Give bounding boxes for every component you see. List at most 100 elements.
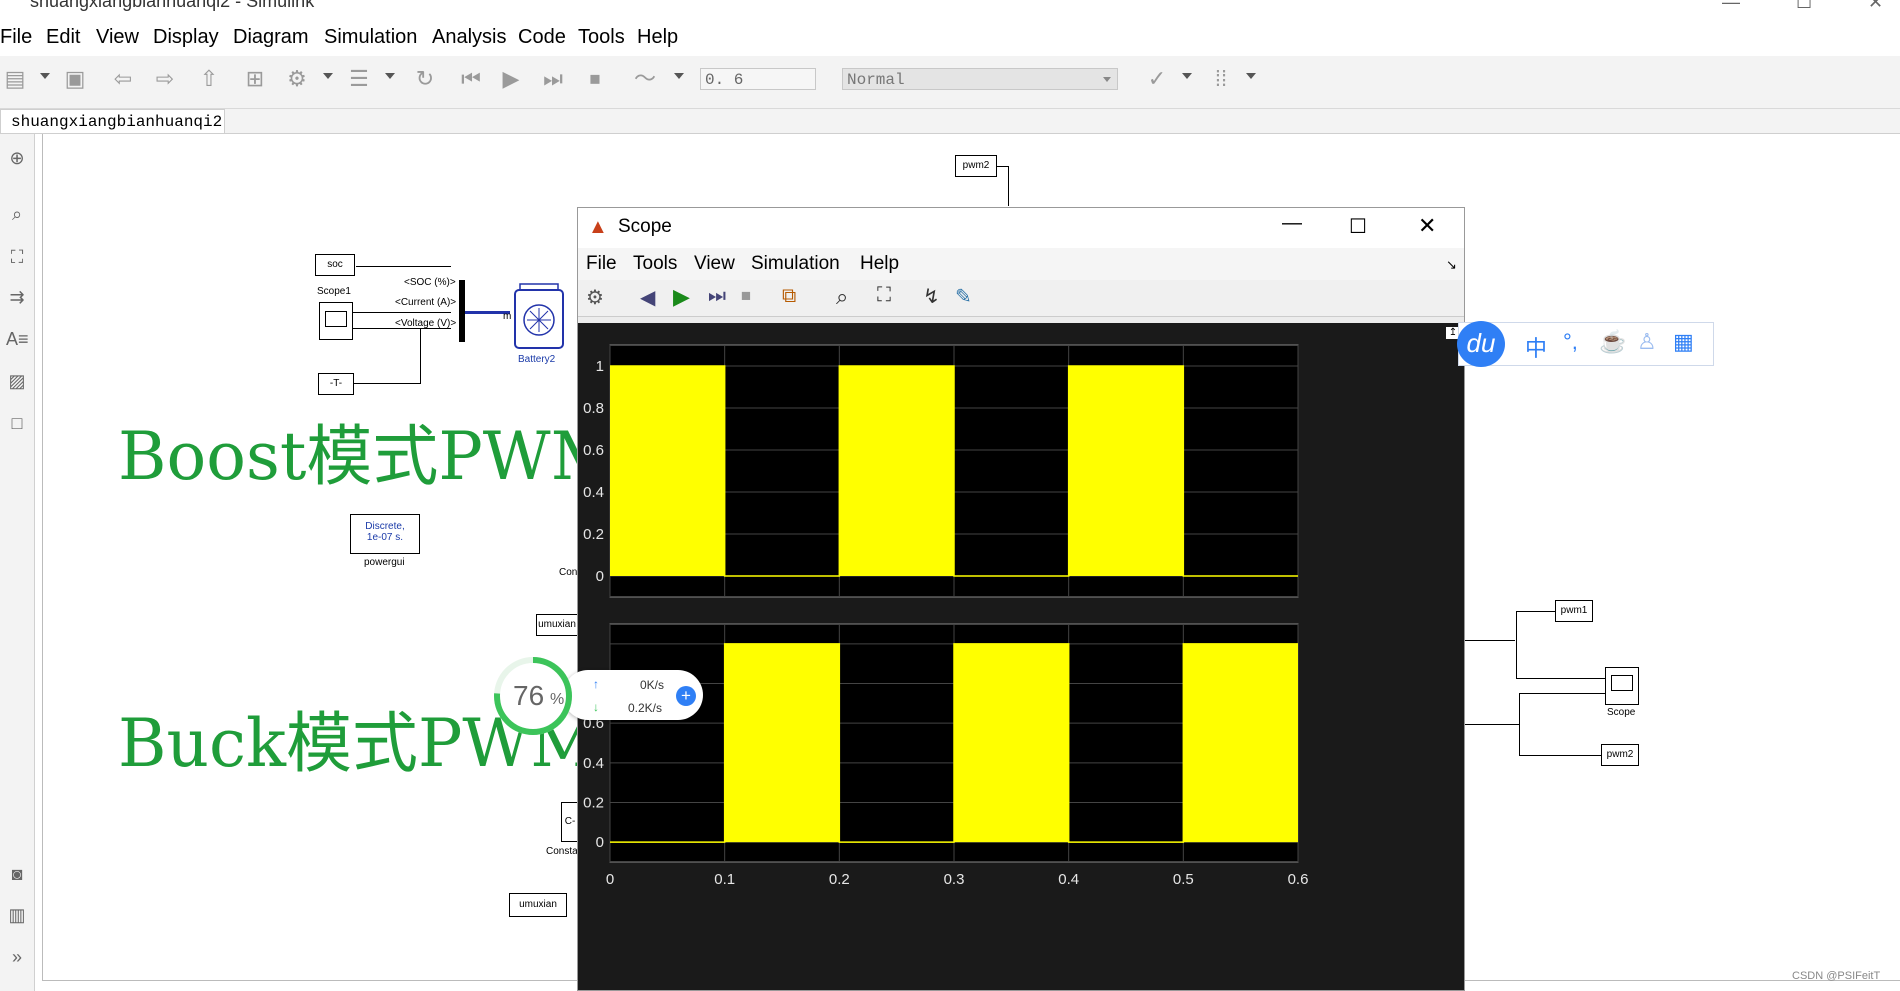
chevron-down-icon[interactable] xyxy=(1246,73,1256,79)
tab-model[interactable]: shuangxiangbianhuanqi2 xyxy=(0,109,225,133)
up-icon[interactable]: ⇧ xyxy=(196,66,222,92)
model-browser-icon[interactable]: ▥ xyxy=(6,904,28,926)
user-icon[interactable]: ♙ xyxy=(1637,329,1657,355)
battery-m-port: m xyxy=(503,311,512,322)
gear-icon[interactable]: ⚙ xyxy=(586,285,604,310)
menu-simulation[interactable]: Simulation xyxy=(324,26,417,49)
menu-help[interactable]: Help xyxy=(637,26,678,49)
scope1-block[interactable] xyxy=(319,302,353,340)
zoom-icon[interactable]: ⌕ xyxy=(6,203,28,225)
chevron-down-icon[interactable] xyxy=(40,73,50,79)
wire xyxy=(354,383,421,384)
annotation-icon[interactable]: A≡ xyxy=(6,328,29,350)
step-forward-icon[interactable]: ⏭ xyxy=(540,66,566,92)
from-soc[interactable]: soc xyxy=(315,254,355,276)
scope1-label: Scope1 xyxy=(317,286,351,297)
goto-pwm2-top[interactable]: pwm2 xyxy=(955,155,997,177)
dock-icon[interactable]: ↘ xyxy=(1446,257,1457,273)
arrows-icon[interactable]: ⇉ xyxy=(6,286,28,308)
scope-menu-view[interactable]: View xyxy=(694,253,735,275)
grid-menu-icon[interactable]: ▦ xyxy=(1673,329,1694,355)
chevron-down-icon[interactable] xyxy=(385,73,395,79)
autoscale-icon[interactable]: ⛶ xyxy=(877,284,891,307)
run-icon[interactable]: ▶ xyxy=(673,284,690,310)
area-icon[interactable]: □ xyxy=(6,412,28,434)
baidu-logo[interactable]: du xyxy=(1457,321,1505,367)
close-icon[interactable]: ✕ xyxy=(1868,0,1883,13)
battery-label: Battery2 xyxy=(518,354,556,365)
highlight-block-icon[interactable]: ⧉ xyxy=(782,285,796,308)
from-umuxian-1[interactable]: umuxian xyxy=(536,614,578,636)
scope-menu-file[interactable]: File xyxy=(586,253,617,275)
menu-diagram[interactable]: Diagram xyxy=(233,26,309,49)
data-inspector-icon[interactable]: 〜 xyxy=(632,66,658,92)
chevron-down-icon[interactable] xyxy=(674,73,684,79)
step-forward-icon[interactable]: ⏭ xyxy=(708,285,726,308)
goto-pwm2[interactable]: pwm2 xyxy=(1601,744,1639,766)
menu-view[interactable]: View xyxy=(96,26,139,49)
stop-time-input[interactable]: 0. 6 xyxy=(700,68,816,90)
menu-display[interactable]: Display xyxy=(153,26,219,49)
chevron-down-icon[interactable] xyxy=(1182,73,1192,79)
scope-menu-help[interactable]: Help xyxy=(860,253,899,275)
minimize-icon[interactable]: — xyxy=(1282,212,1302,235)
ime-chinese-mode[interactable]: 中 xyxy=(1525,331,1547,363)
step-back-icon[interactable]: ◀ xyxy=(640,285,655,310)
powergui-block[interactable]: Discrete, 1e-07 s. xyxy=(350,514,420,554)
menu-edit[interactable]: Edit xyxy=(46,26,80,49)
forward-icon[interactable]: ⇨ xyxy=(152,66,178,92)
from-umuxian-2[interactable]: umuxian xyxy=(509,893,567,917)
image-icon[interactable]: ▨ xyxy=(6,370,28,392)
edit-style-icon[interactable]: ✎ xyxy=(955,284,972,309)
hide-explorer-icon[interactable]: ⊕ xyxy=(6,147,28,169)
title-bar: shuangxiangbianhuanqi2 - Simulink — ☐ ✕ xyxy=(0,0,1900,14)
back-icon[interactable]: ⇦ xyxy=(110,66,136,92)
plus-icon[interactable]: + xyxy=(676,686,696,706)
library-browser-icon[interactable]: ⊞ xyxy=(242,66,268,92)
scope-menu-tools[interactable]: Tools xyxy=(633,253,677,275)
camera-icon[interactable]: ◙ xyxy=(6,863,28,885)
menu-analysis[interactable]: Analysis xyxy=(432,26,506,49)
x-tick-label: 0.4 xyxy=(1058,871,1079,888)
menu-code[interactable]: Code xyxy=(518,26,566,49)
update-icon[interactable]: ↻ xyxy=(412,66,438,92)
zoom-icon[interactable]: ⌕ xyxy=(836,284,848,310)
stop-icon[interactable]: ⏹ xyxy=(741,285,751,308)
network-monitor[interactable]: 76 % ↑ ↓ 0K/s 0.2K/s + xyxy=(493,656,713,735)
fit-view-icon[interactable]: ⛶ xyxy=(6,246,28,268)
y-tick-label: 0.8 xyxy=(583,400,604,417)
chevron-down-icon xyxy=(1103,77,1111,82)
maximize-icon[interactable]: ☐ xyxy=(1796,0,1812,13)
y-tick-label: 0.4 xyxy=(583,755,604,772)
battery-block[interactable] xyxy=(513,282,565,350)
goto-pwm1[interactable]: pwm1 xyxy=(1555,600,1593,622)
wire xyxy=(1516,678,1605,679)
new-model-icon[interactable]: ▤ xyxy=(2,66,28,92)
stop-icon[interactable]: ⏹ xyxy=(582,66,608,92)
scope-menu-simulation[interactable]: Simulation xyxy=(751,253,840,275)
gear-icon[interactable]: ⚙ xyxy=(284,66,310,92)
model-explorer-icon[interactable]: ☰ xyxy=(346,66,372,92)
maximize-icon[interactable]: ☐ xyxy=(1349,214,1367,239)
chevron-down-icon[interactable] xyxy=(323,73,333,79)
x-tick-label: 0.6 xyxy=(1288,871,1309,888)
save-icon[interactable]: ▣ xyxy=(62,66,88,92)
step-back-icon[interactable]: ⏮ xyxy=(458,66,484,92)
wire xyxy=(1519,693,1605,694)
wire xyxy=(420,328,421,383)
skin-icon[interactable]: ☕ xyxy=(1599,329,1626,355)
scope-block[interactable] xyxy=(1605,667,1639,705)
check-icon[interactable]: ✓ xyxy=(1144,66,1170,92)
run-icon[interactable]: ▶ xyxy=(498,66,524,92)
trigger-icon[interactable]: ↯ xyxy=(923,284,940,309)
build-icon[interactable]: ⁞⁞ xyxy=(1208,66,1234,92)
from-T[interactable]: -T- xyxy=(318,373,354,395)
expand-icon[interactable]: » xyxy=(6,946,28,968)
menu-file[interactable]: File xyxy=(0,26,32,49)
simulation-mode-select[interactable]: Normal xyxy=(842,68,1118,90)
pwm-high-segment xyxy=(724,643,840,843)
close-icon[interactable]: ✕ xyxy=(1418,213,1436,239)
minimize-icon[interactable]: — xyxy=(1722,0,1740,13)
ime-punctuation[interactable]: °, xyxy=(1563,329,1578,355)
menu-tools[interactable]: Tools xyxy=(578,26,625,49)
